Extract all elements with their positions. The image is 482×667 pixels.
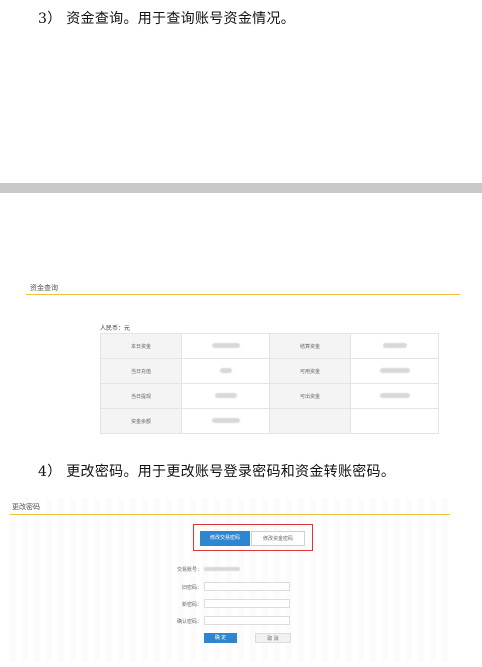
funds-value <box>181 358 270 384</box>
confirm-button[interactable]: 确 定 <box>204 633 237 643</box>
title-divider <box>10 514 450 515</box>
account-value <box>204 567 240 571</box>
item3-heading: 3） 资金查询。用于查询账号资金情况。 <box>38 11 296 27</box>
tab-change-trade-password[interactable]: 修改交易密码 <box>200 531 250 546</box>
funds-query-title: 资金查询 <box>30 285 58 292</box>
funds-value <box>350 383 439 409</box>
confirm-password-label: 确认密码： <box>176 619 202 625</box>
cancel-button[interactable]: 取 消 <box>255 633 291 643</box>
funds-value <box>350 358 439 384</box>
funds-query-panel: 资金查询 人民币：元 本日资金 结算资金 当日充值 可用资金 当日提现 可出资金… <box>26 280 460 440</box>
funds-label: 本日资金 <box>100 333 182 359</box>
currency-note: 人民币：元 <box>100 326 131 332</box>
title-divider <box>26 294 460 295</box>
funds-label: 资金余额 <box>100 408 182 434</box>
account-label: 交易账号： <box>176 567 202 573</box>
funds-label <box>269 408 351 434</box>
confirm-password-input[interactable] <box>204 616 290 625</box>
table-row: 当日提现 可出资金 <box>100 383 439 409</box>
table-row: 本日资金 结算资金 <box>100 333 439 359</box>
old-password-input[interactable] <box>204 582 290 591</box>
funds-label: 当日充值 <box>100 358 182 384</box>
change-password-title: 更改密码 <box>12 504 40 511</box>
item4-heading: 4） 更改密码。用于更改账号登录密码和资金转账密码。 <box>38 464 396 480</box>
new-password-label: 新密码： <box>181 602 202 608</box>
funds-value <box>181 383 270 409</box>
old-password-label: 旧密码： <box>181 585 202 591</box>
tab-change-fund-password[interactable]: 修改资金密码 <box>251 531 305 546</box>
change-password-panel: 更改密码 修改交易密码 修改资金密码 交易账号： 旧密码： 新密码： 确认密码：… <box>10 498 450 662</box>
new-password-input[interactable] <box>204 599 290 608</box>
funds-label: 当日提现 <box>100 383 182 409</box>
table-row: 资金余额 <box>100 408 439 434</box>
tabs-highlight: 修改交易密码 修改资金密码 <box>193 524 313 551</box>
page-separator <box>0 183 482 193</box>
table-row: 当日充值 可用资金 <box>100 358 439 384</box>
funds-label: 结算资金 <box>269 333 351 359</box>
funds-value <box>350 333 439 359</box>
funds-value <box>181 333 270 359</box>
funds-label: 可出资金 <box>269 383 351 409</box>
funds-label: 可用资金 <box>269 358 351 384</box>
funds-value <box>181 408 270 434</box>
funds-value <box>350 408 439 434</box>
funds-table: 本日资金 结算资金 当日充值 可用资金 当日提现 可出资金 资金余额 <box>100 333 439 434</box>
